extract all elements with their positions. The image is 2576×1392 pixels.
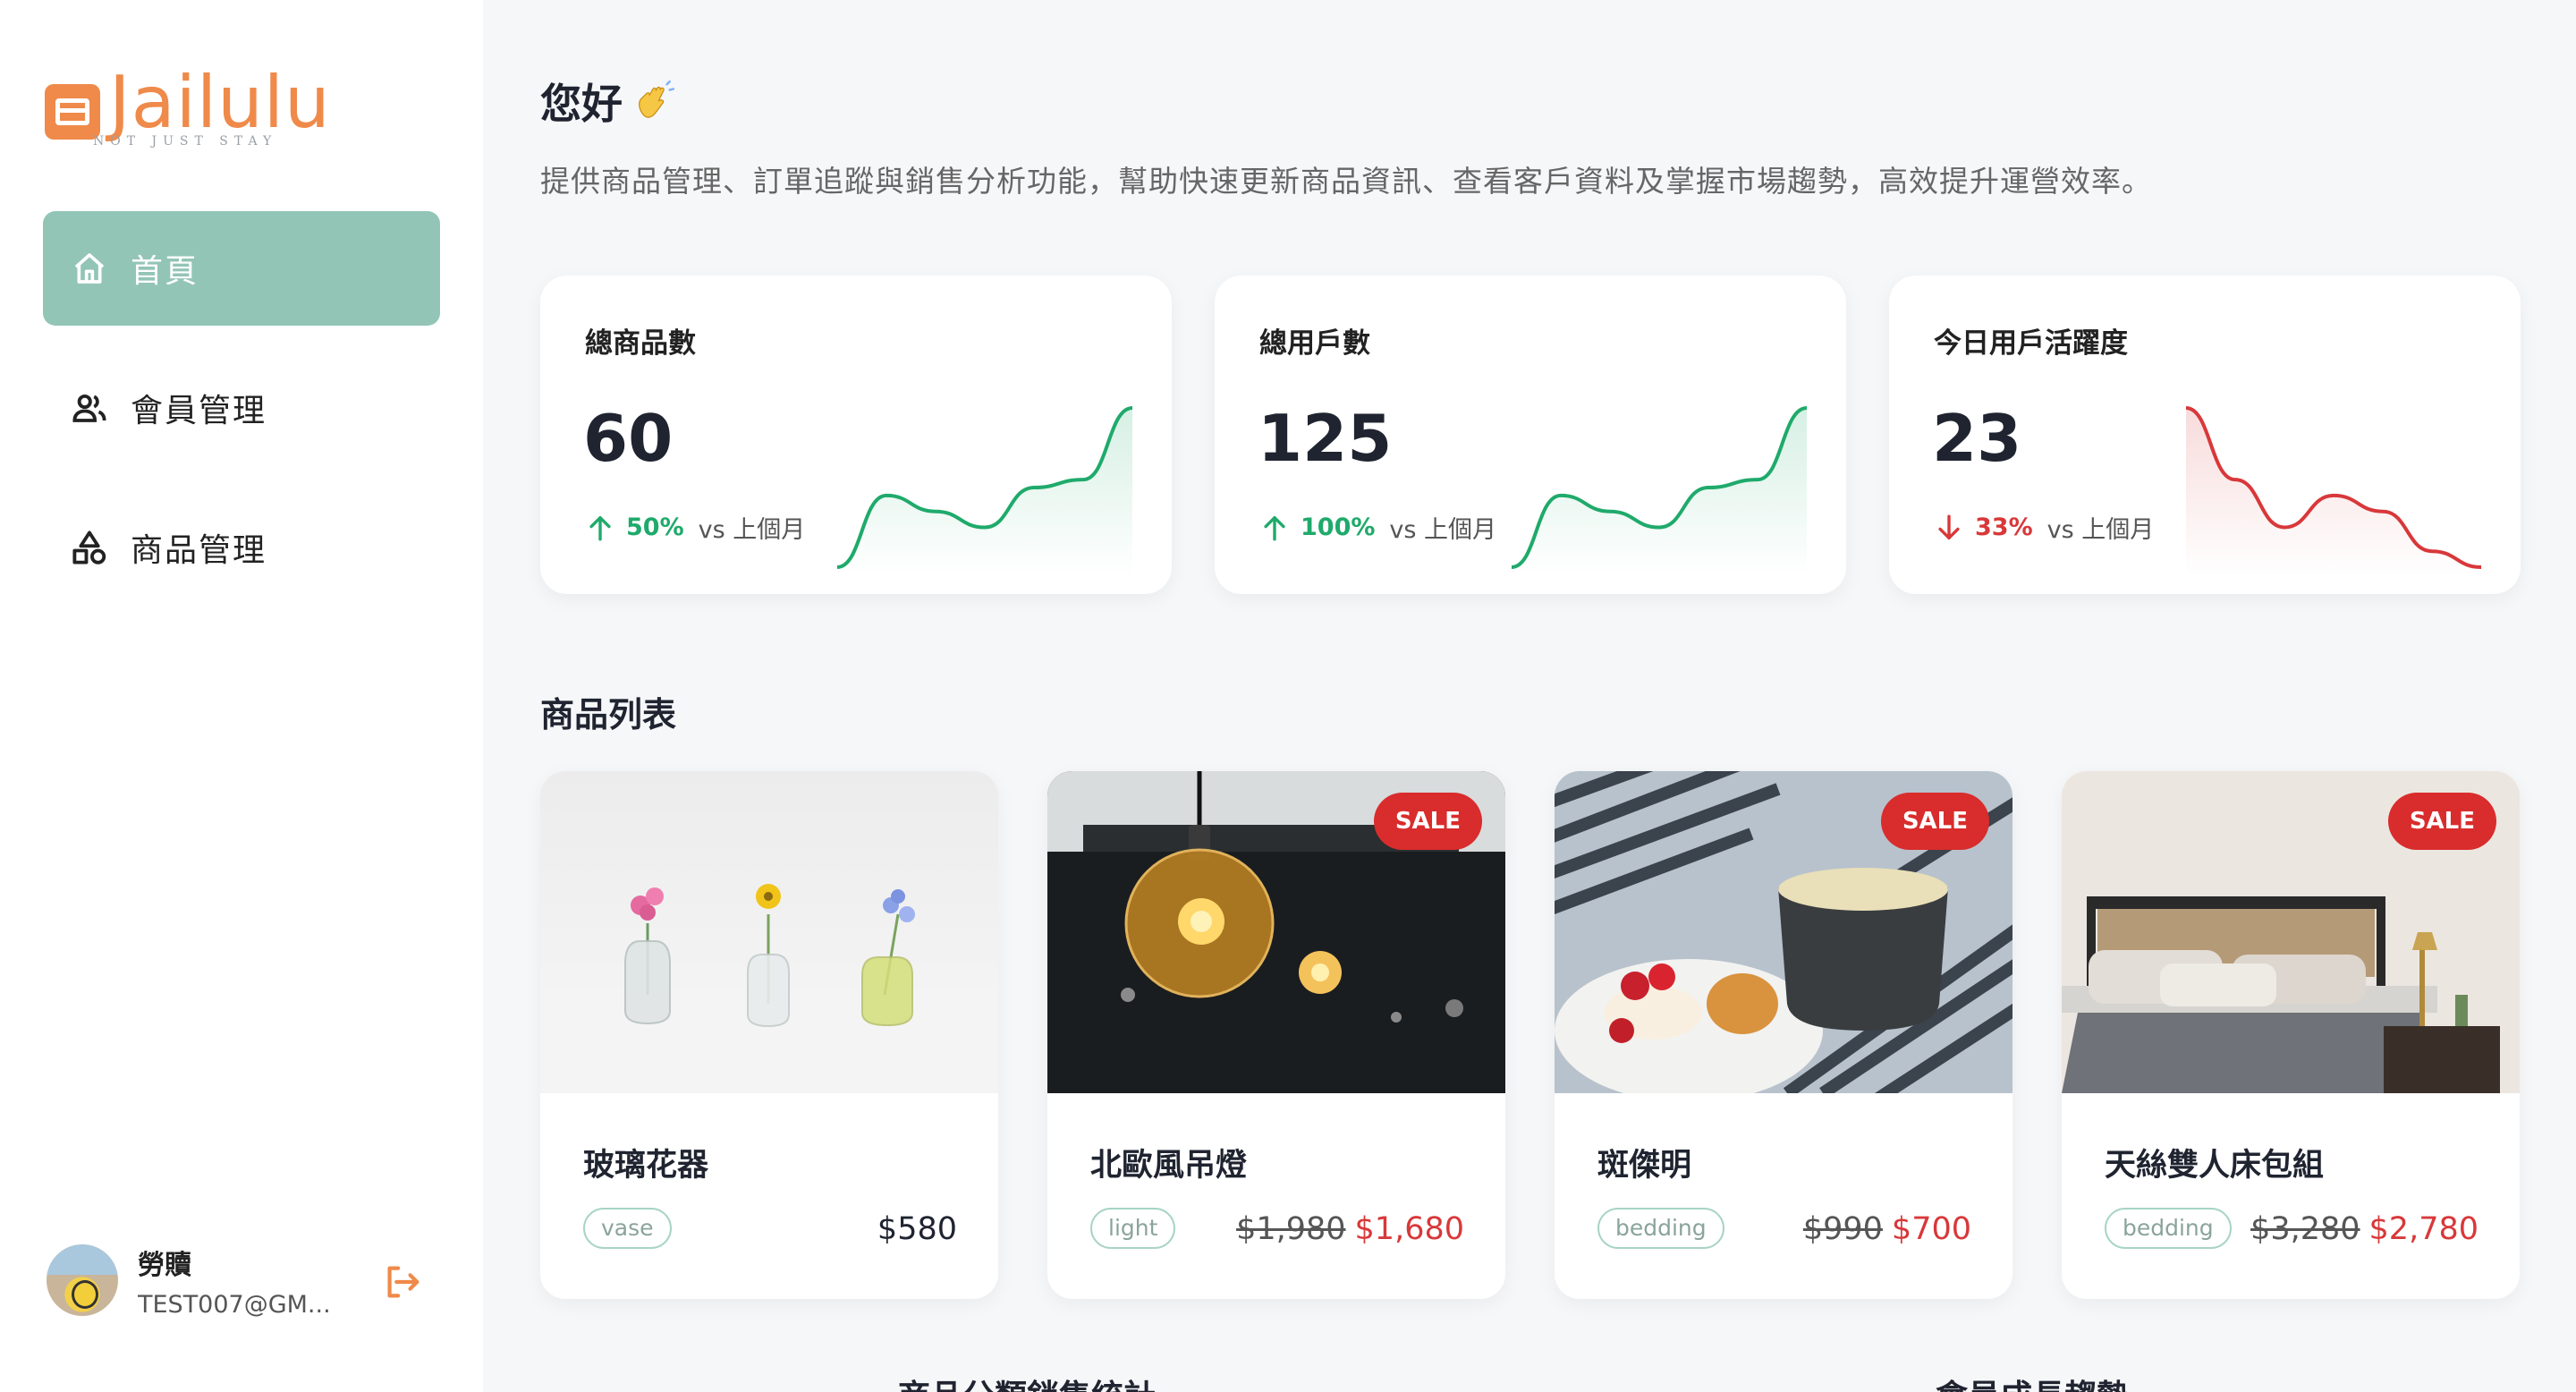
stat-change: 33% vs 上個月	[1934, 510, 2154, 545]
arrow-up-icon	[585, 511, 615, 545]
stat-card-products: 總商品數 60 50% vs 上個月	[540, 276, 1172, 594]
page-title: 您好	[540, 72, 676, 131]
product-list-title: 商品列表	[540, 695, 677, 734]
product-name: 北歐風吊燈	[1090, 1148, 1248, 1184]
product-tag[interactable]: bedding	[2105, 1208, 2232, 1249]
brand-name: Jailulu	[109, 61, 331, 144]
user-email: TEST007@GM...	[138, 1290, 331, 1319]
coffee-cake-photo: SALE	[1555, 771, 2012, 1093]
sidebar-item-label: 首頁	[131, 253, 199, 290]
stat-compare-label: vs 上個月	[1389, 516, 1497, 544]
users-icon	[70, 388, 109, 428]
avatar[interactable]	[47, 1244, 118, 1316]
product-tag[interactable]: bedding	[1597, 1208, 1724, 1249]
stat-change: 100% vs 上個月	[1259, 510, 1496, 545]
arrow-down-icon	[1934, 511, 1964, 545]
sparkline-chart	[837, 406, 1132, 576]
product-price-current: $2,780	[2368, 1211, 2479, 1247]
product-card[interactable]: SALE 北歐風吊燈 light $1,980 $1,680	[1047, 771, 1505, 1299]
home-icon	[70, 249, 109, 288]
bedroom-photo: SALE	[2062, 771, 2520, 1093]
sidebar-item-label: 會員管理	[131, 393, 267, 429]
product-price-current: $580	[877, 1211, 957, 1247]
product-price-original: $3,280	[2250, 1211, 2360, 1247]
product-tag[interactable]: light	[1090, 1208, 1176, 1249]
product-price-current: $1,680	[1354, 1211, 1464, 1247]
greeting-text: 您好	[540, 80, 623, 128]
sparkline-chart	[2186, 406, 2481, 576]
product-card[interactable]: 玻璃花器 vase $580	[540, 771, 998, 1299]
brand-tagline: NOT JUST STAY	[93, 134, 278, 149]
product-price: $3,280 $2,780	[2250, 1211, 2479, 1247]
stat-change-percent: 100%	[1301, 514, 1376, 541]
category-sales-title: 商品分類銷售統計	[898, 1371, 1156, 1392]
user-name: 勞贖	[138, 1249, 191, 1281]
product-name: 天絲雙人床包組	[2105, 1148, 2325, 1184]
stat-title: 今日用戶活躍度	[1934, 327, 2128, 360]
user-info: 勞贖 TEST007@GM...	[138, 1243, 361, 1319]
sparkline-area	[837, 408, 1132, 576]
stat-title: 總商品數	[585, 327, 696, 360]
page-subtitle: 提供商品管理、訂單追蹤與銷售分析功能，幫助快速更新商品資訊、查看客戶資料及掌握市…	[540, 164, 2152, 199]
stat-value: 23	[1932, 401, 2022, 476]
sidebar-item-members[interactable]: 會員管理	[43, 351, 440, 465]
product-price: $990 $700	[1803, 1211, 1971, 1247]
product-price-original: $1,980	[1236, 1211, 1346, 1247]
stat-title: 總用戶數	[1259, 327, 1370, 360]
logout-icon[interactable]	[381, 1261, 422, 1303]
sidebar-nav: 首頁 會員管理 商品管理	[43, 211, 440, 630]
member-growth-title: 會員成長趨勢	[1936, 1371, 2129, 1392]
bed-icon	[45, 84, 100, 140]
product-tag[interactable]: vase	[583, 1208, 672, 1249]
stat-value: 60	[583, 401, 674, 476]
stat-change-percent: 50%	[626, 514, 684, 541]
product-price-original: $990	[1802, 1211, 1883, 1247]
stat-change: 50% vs 上個月	[585, 510, 805, 545]
arrow-up-icon	[1259, 511, 1290, 545]
glass-vases-photo	[540, 771, 998, 1093]
product-price-current: $700	[1891, 1211, 1971, 1247]
stat-compare-label: vs 上個月	[698, 516, 806, 544]
user-profile: 勞贖 TEST007@GM...	[47, 1240, 440, 1320]
sidebar: Jailulu NOT JUST STAY 首頁 會員管理 商品管理 勞贖 TE…	[0, 0, 483, 1392]
sidebar-item-home[interactable]: 首頁	[43, 211, 440, 326]
sparkline-area	[1512, 408, 1807, 576]
stat-compare-label: vs 上個月	[2046, 516, 2155, 544]
sale-badge: SALE	[1373, 793, 1482, 850]
product-card[interactable]: SALE 斑傑明 bedding $990 $700	[1555, 771, 2012, 1299]
sale-badge: SALE	[2387, 793, 2496, 850]
sparkline-chart	[1512, 406, 1807, 576]
stat-card-users: 總用戶數 125 100% vs 上個月	[1215, 276, 1846, 594]
shapes-icon	[70, 528, 109, 567]
main-content: 您好 提供商品管理、訂單追蹤與銷售分析功能，幫助快速更新商品資訊、查看客戶資料及…	[483, 0, 2576, 1392]
product-price: $580	[877, 1211, 957, 1247]
product-price: $1,980 $1,680	[1236, 1211, 1464, 1247]
sidebar-item-products[interactable]: 商品管理	[43, 490, 440, 605]
product-name: 玻璃花器	[583, 1148, 709, 1184]
stat-value: 125	[1258, 401, 1393, 476]
product-card[interactable]: SALE 天絲雙人床包組 bedding $3,280 $2,780	[2062, 771, 2520, 1299]
product-name: 斑傑明	[1597, 1148, 1692, 1184]
stat-card-activity: 今日用戶活躍度 23 33% vs 上個月	[1889, 276, 2521, 594]
pendant-bulb-photo: SALE	[1047, 771, 1505, 1093]
stat-change-percent: 33%	[1975, 514, 2033, 541]
sidebar-item-label: 商品管理	[131, 532, 267, 569]
sale-badge: SALE	[1880, 793, 1989, 850]
waving-hand-icon	[631, 79, 676, 120]
